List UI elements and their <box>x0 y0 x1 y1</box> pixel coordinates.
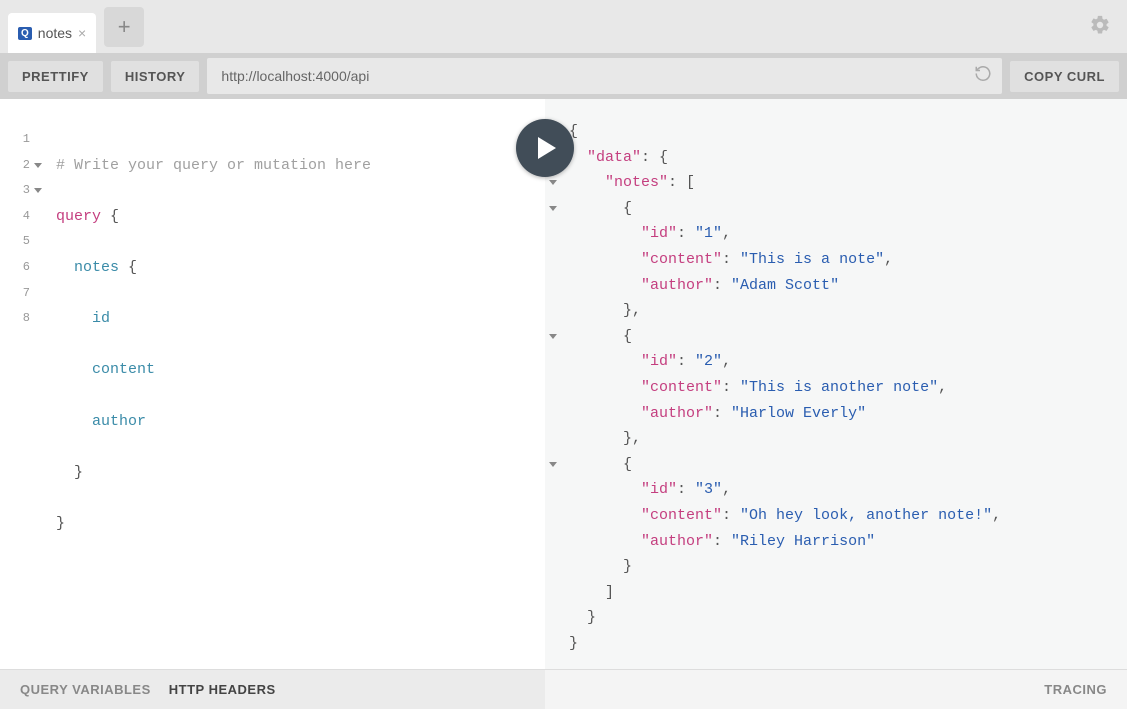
fold-icon[interactable] <box>549 462 557 467</box>
code-keyword: query <box>56 208 101 225</box>
endpoint-url-input[interactable] <box>207 58 1002 94</box>
json-key: "id" <box>641 353 677 370</box>
line-number: 3 <box>0 178 30 204</box>
line-number: 4 <box>0 204 30 230</box>
json-key: "id" <box>641 481 677 498</box>
copy-curl-button[interactable]: COPY CURL <box>1010 61 1119 92</box>
query-editor[interactable]: 1 2 3 4 5 6 7 8 # Write your query or mu… <box>0 99 545 669</box>
fold-icon[interactable] <box>549 334 557 339</box>
json-key: "author" <box>641 405 713 422</box>
reload-icon[interactable] <box>974 65 992 88</box>
line-number: 1 <box>0 127 30 153</box>
fold-icon[interactable] <box>34 163 42 168</box>
fold-icon[interactable] <box>549 180 557 185</box>
line-number: 2 <box>0 153 30 179</box>
json-value: "Adam Scott" <box>731 277 839 294</box>
fold-icon[interactable] <box>549 206 557 211</box>
tab-title: notes <box>38 25 72 41</box>
json-value: "Oh hey look, another note!" <box>740 507 992 524</box>
prettify-button[interactable]: PRETTIFY <box>8 61 103 92</box>
json-key: "id" <box>641 225 677 242</box>
json-value: "1" <box>695 225 722 242</box>
json-key: "author" <box>641 277 713 294</box>
code-field: author <box>92 413 146 430</box>
json-key: "notes" <box>605 174 668 191</box>
query-tab[interactable]: Q notes × <box>8 13 96 53</box>
code-field: content <box>92 361 155 378</box>
tab-type-badge: Q <box>18 27 32 40</box>
query-variables-tab[interactable]: QUERY VARIABLES <box>20 682 151 697</box>
play-icon <box>538 137 556 159</box>
line-number: 5 <box>0 229 30 255</box>
json-value: "Riley Harrison" <box>731 533 875 550</box>
line-number: 8 <box>0 306 30 332</box>
json-value: "3" <box>695 481 722 498</box>
json-key: "data" <box>587 149 641 166</box>
fold-icon[interactable] <box>34 188 42 193</box>
json-value: "This is another note" <box>740 379 938 396</box>
code-field: id <box>92 310 110 327</box>
json-key: "content" <box>641 507 722 524</box>
tracing-tab[interactable]: TRACING <box>1044 682 1107 697</box>
code-comment: # Write your query or mutation here <box>56 157 371 174</box>
line-number: 6 <box>0 255 30 281</box>
line-number: 7 <box>0 281 30 307</box>
result-viewer[interactable]: { "data": { "notes": [ { "id": "1", "con… <box>545 99 1127 669</box>
code-field: notes <box>74 259 119 276</box>
json-key: "content" <box>641 379 722 396</box>
json-value: "Harlow Everly" <box>731 405 866 422</box>
history-button[interactable]: HISTORY <box>111 61 200 92</box>
http-headers-tab[interactable]: HTTP HEADERS <box>169 682 276 697</box>
json-key: "content" <box>641 251 722 268</box>
gear-icon[interactable] <box>1089 14 1111 41</box>
close-icon[interactable]: × <box>78 25 86 41</box>
json-value: "This is a note" <box>740 251 884 268</box>
json-key: "author" <box>641 533 713 550</box>
new-tab-button[interactable]: + <box>104 7 144 47</box>
execute-button[interactable] <box>516 119 574 177</box>
json-value: "2" <box>695 353 722 370</box>
